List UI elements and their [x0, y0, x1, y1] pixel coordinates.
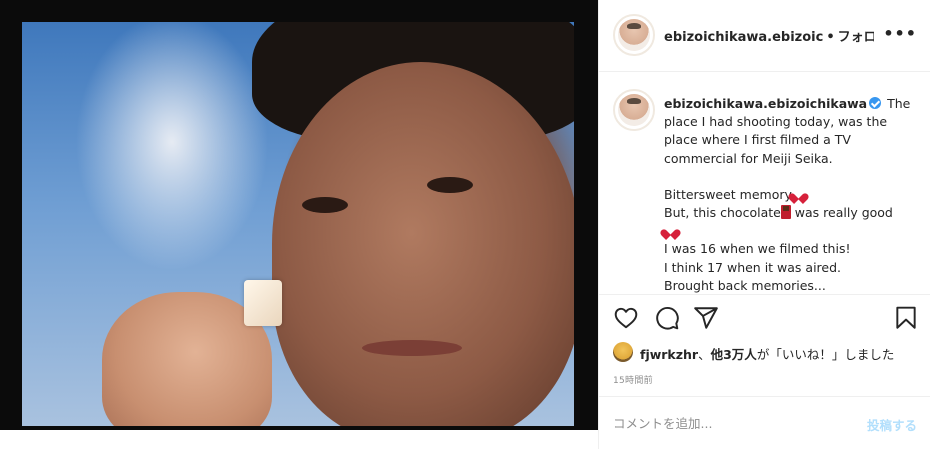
likes-suffix: が「いいね！」しました [756, 347, 895, 362]
caption-line-6: Brought back memories... [664, 277, 826, 293]
share-icon[interactable] [693, 305, 719, 331]
liker-avatar[interactable] [613, 342, 633, 362]
post-media [0, 0, 598, 449]
caption-line-5: I think 17 when it was aired. [664, 259, 842, 275]
author-avatar[interactable] [613, 14, 655, 56]
caption-username-link[interactable]: ebizoichikawa.ebizoichikawa [664, 96, 867, 111]
caption-line-4: I was 16 when we filmed this! [664, 241, 851, 257]
mouth-shape [362, 340, 462, 356]
author-username-link[interactable]: ebizoichikawa.ebizoic [664, 30, 823, 45]
video-frame[interactable] [0, 0, 598, 430]
header-author: ebizoichikawa.ebizoic•フォロー中 [664, 26, 874, 45]
action-bar [599, 296, 930, 340]
caption-line-3a: But, this chocolate [664, 205, 781, 221]
caption-text: ebizoichikawa.ebizoichikawa The place I … [664, 95, 914, 294]
right-eye-shape [427, 177, 473, 193]
heart-emoji-icon [664, 225, 677, 236]
heart-emoji-icon [792, 189, 805, 200]
header-separator: • [826, 30, 835, 45]
comment-input[interactable] [613, 414, 833, 432]
comment-icon[interactable] [654, 305, 680, 331]
chocolate-emoji-icon [780, 205, 791, 220]
heart-icon[interactable] [613, 305, 639, 331]
instagram-post: ebizoichikawa.ebizoic•フォロー中 ••• ebizoich… [0, 0, 930, 449]
post-header: ebizoichikawa.ebizoic•フォロー中 ••• [599, 0, 930, 72]
post-side-panel: ebizoichikawa.ebizoic•フォロー中 ••• ebizoich… [598, 0, 930, 449]
caption-line-2: Bittersweet memory [664, 186, 792, 202]
author-avatar-image [618, 19, 650, 51]
likes-separator: 、 [698, 347, 711, 362]
post-comment-button[interactable]: 投稿する [867, 415, 917, 434]
likes-text: fjwrkzhr、他3万人が「いいね！」しました [640, 344, 894, 363]
caption-avatar-image [618, 94, 650, 126]
video-still-image [22, 22, 574, 426]
bookmark-icon[interactable] [893, 305, 919, 331]
follow-status-button[interactable]: フォロー中 [838, 30, 874, 45]
more-horizontal-icon[interactable]: ••• [883, 26, 917, 42]
likes-count-link[interactable]: 他3万人 [711, 347, 757, 362]
likes-summary: fjwrkzhr、他3万人が「いいね！」しました [613, 342, 923, 364]
verified-badge-icon [869, 97, 882, 109]
caption-line-3b: was really good [790, 205, 893, 221]
caption-avatar[interactable] [613, 89, 655, 131]
comment-composer: 投稿する [599, 396, 930, 449]
face-shape [272, 62, 574, 426]
caption-area[interactable]: ebizoichikawa.ebizoichikawa The place I … [599, 73, 930, 295]
post-timestamp[interactable]: 15時間前 [613, 373, 653, 386]
liker-username-link[interactable]: fjwrkzhr [640, 347, 698, 362]
left-eye-shape [302, 197, 348, 213]
chocolate-piece [244, 280, 282, 326]
